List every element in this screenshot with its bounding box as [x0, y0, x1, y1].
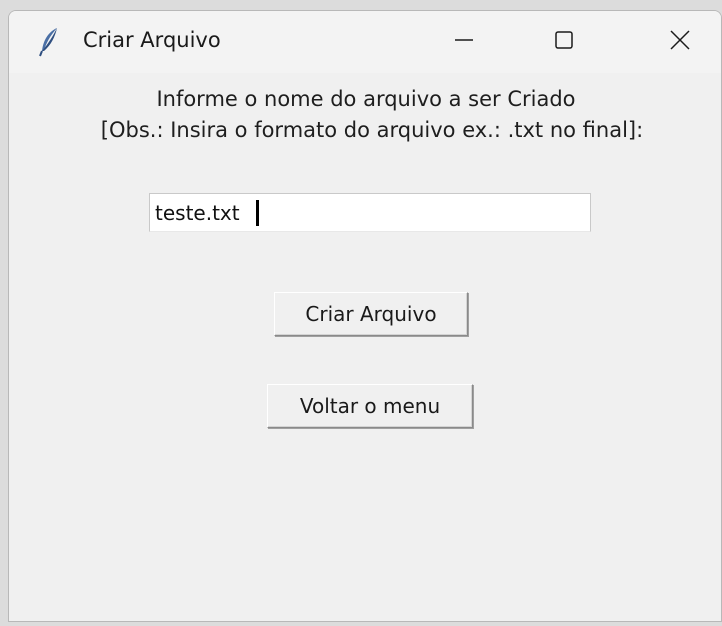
create-file-button[interactable]: Criar Arquivo: [274, 292, 468, 336]
prompt-label: Informe o nome do arquivo a ser Criado: [156, 87, 576, 111]
maximize-button[interactable]: [529, 11, 599, 73]
window-title: Criar Arquivo: [83, 28, 221, 52]
text-caret: [256, 200, 259, 226]
app-window: Criar Arquivo Informe o nome do arquivo …: [8, 10, 722, 622]
feather-icon: [39, 27, 61, 57]
title-bar[interactable]: Criar Arquivo: [9, 11, 721, 73]
close-icon: [668, 28, 692, 56]
minimize-icon: [452, 28, 476, 56]
maximize-icon: [552, 28, 576, 56]
close-button[interactable]: [645, 11, 715, 73]
minimize-button[interactable]: [429, 11, 499, 73]
form-area: Informe o nome do arquivo a ser Criado […: [9, 73, 721, 621]
back-to-menu-button[interactable]: Voltar o menu: [267, 384, 473, 428]
filename-input[interactable]: [149, 193, 591, 232]
format-hint-label: [Obs.: Insira o formato do arquivo ex.: …: [100, 118, 644, 142]
